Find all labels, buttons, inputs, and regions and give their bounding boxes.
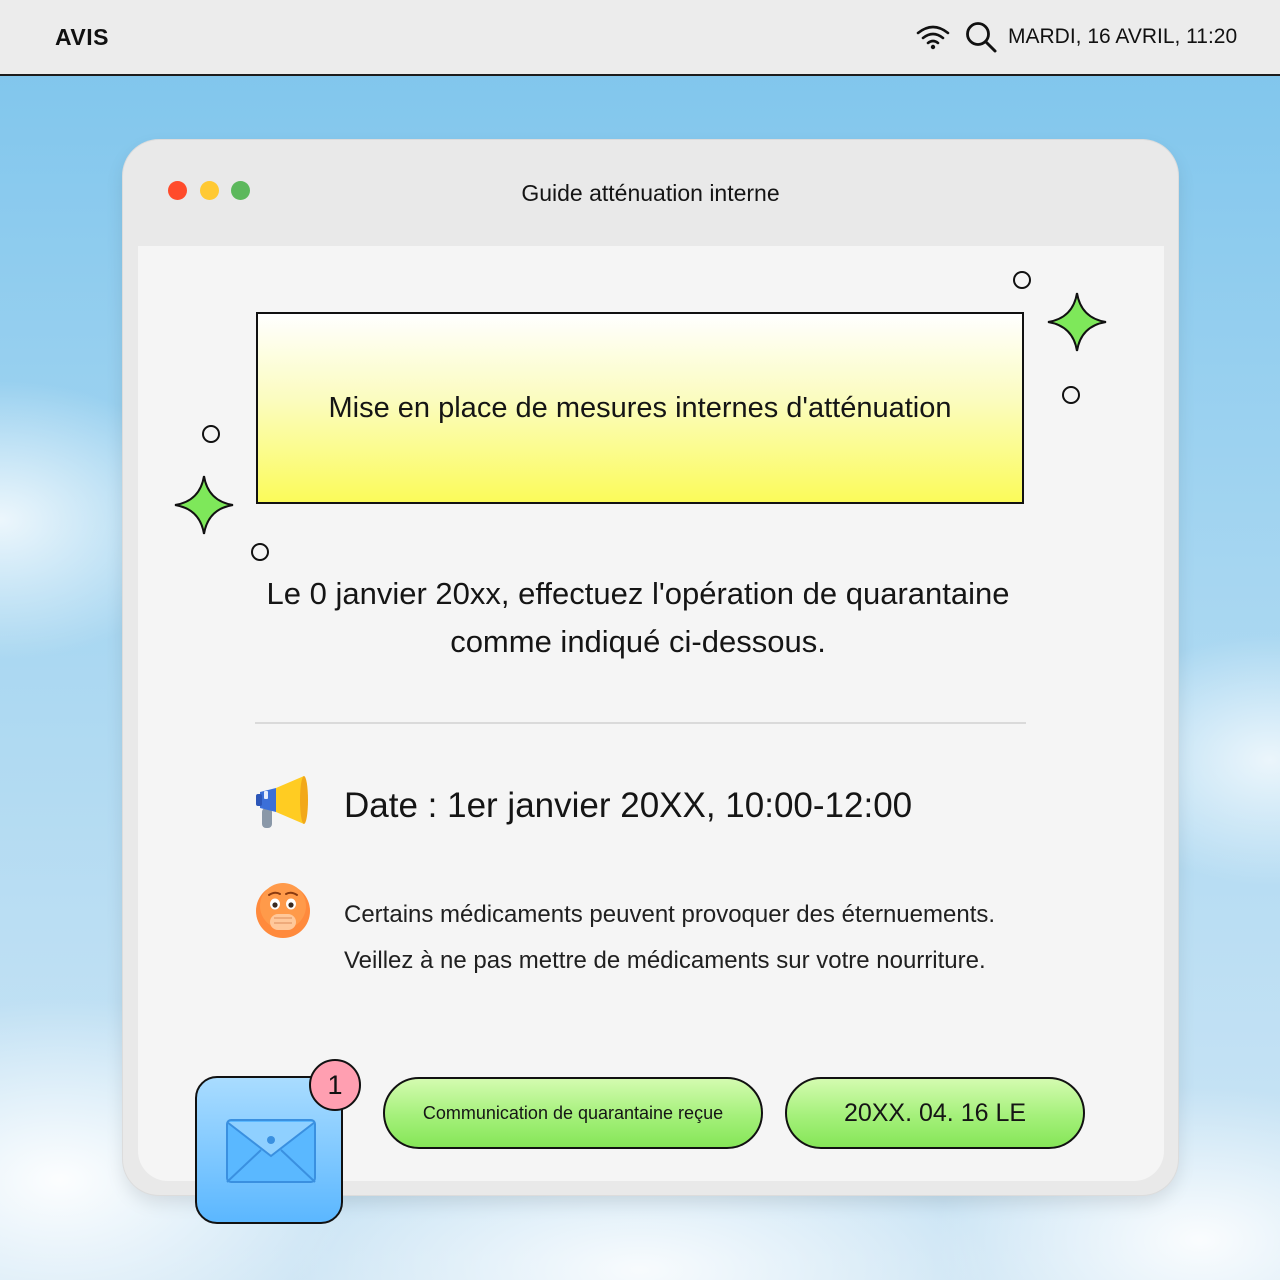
note-line-2: Veillez à ne pas mettre de médicaments s… (344, 947, 986, 974)
headline-text: Mise en place de mesures internes d'atté… (328, 391, 952, 424)
sparkle-icon (1047, 292, 1107, 352)
wifi-icon[interactable] (916, 24, 950, 50)
intro-text: Le 0 janvier 20xx, effectuez l'opération… (198, 570, 1078, 666)
sparkle-icon (174, 475, 234, 535)
intro-line-1: Le 0 janvier 20xx, effectuez l'opération… (266, 576, 1010, 611)
date-button[interactable]: 20XX. 04. 16 LE (785, 1077, 1085, 1149)
medication-note: Certains médicaments peuvent provoquer d… (344, 892, 995, 984)
headline-banner: Mise en place de mesures internes d'atté… (256, 312, 1024, 504)
envelope-icon (226, 1119, 316, 1183)
app-window: Guide atténuation interne Mise en place … (123, 140, 1178, 1195)
intro-line-2: comme indiqué ci-dessous. (450, 624, 826, 659)
top-menu-bar: AVIS MARDI, 16 AVRIL, 11:20 (0, 0, 1280, 76)
decor-circle (202, 425, 220, 443)
decor-circle (251, 543, 269, 561)
event-date: Date : 1er janvier 20XX, 10:00-12:00 (344, 786, 913, 825)
notification-badge: 1 (309, 1059, 361, 1111)
search-icon[interactable] (964, 20, 998, 54)
divider (255, 722, 1026, 724)
note-line-1: Certains médicaments peuvent provoquer d… (344, 901, 996, 928)
decor-circle (1062, 386, 1080, 404)
brand-label: AVIS (55, 24, 109, 50)
megaphone-icon (256, 776, 308, 828)
datetime-label: MARDI, 16 AVRIL, 11:20 (1008, 25, 1238, 48)
decor-circle (1013, 271, 1031, 289)
window-title: Guide atténuation interne (521, 180, 780, 206)
sneezing-face-icon (256, 883, 310, 938)
quarantine-received-label: Communication de quarantaine reçue (422, 1102, 724, 1123)
window-content: Mise en place de mesures internes d'atté… (138, 246, 1164, 1181)
quarantine-received-button[interactable]: Communication de quarantaine reçue (383, 1077, 763, 1149)
date-button-label: 20XX. 04. 16 LE (843, 1098, 1027, 1127)
